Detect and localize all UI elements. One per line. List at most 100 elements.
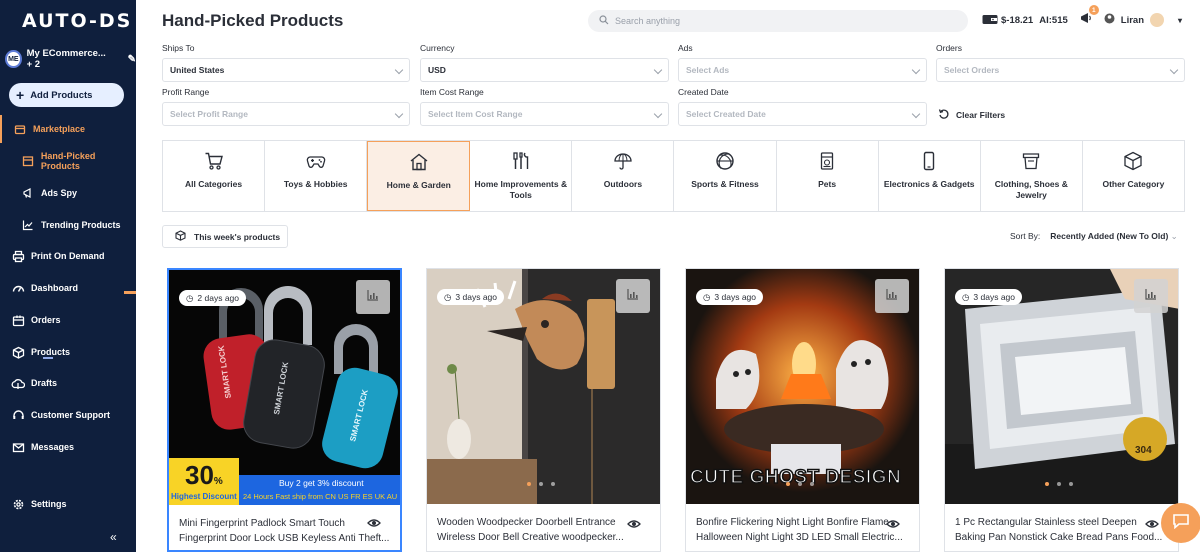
sidebar-item-label: Messages	[31, 442, 75, 452]
this-week-products-button[interactable]: This week's products	[162, 225, 288, 248]
age-text: 3 days ago	[973, 292, 1016, 302]
chevron-down-icon	[394, 109, 404, 119]
sidebar-item-ads-spy[interactable]: Ads Spy	[0, 179, 136, 207]
sidebar-item-products[interactable]: Products	[0, 338, 136, 366]
created-date-select[interactable]: Select Created Date	[678, 102, 927, 126]
cloud-upload-icon	[11, 376, 25, 390]
category-electronics[interactable]: Electronics & Gadgets	[879, 141, 981, 211]
ships-to-select[interactable]: United States	[162, 58, 410, 82]
category-pets[interactable]: Pets	[777, 141, 879, 211]
product-card[interactable]: CUTE GHOST DESIGN ◷ 3 days ago Bonfire Fl…	[685, 268, 920, 552]
category-label: All Categories	[184, 179, 243, 189]
clear-filters-button[interactable]: Clear Filters	[938, 108, 1005, 122]
sidebar-item-marketplace[interactable]: Marketplace	[0, 115, 136, 143]
analytics-button[interactable]	[616, 279, 650, 313]
clothing-icon	[1023, 153, 1040, 170]
analytics-button[interactable]	[356, 280, 390, 314]
tools-icon	[513, 152, 529, 169]
user-menu[interactable]: Liran ▾	[1104, 13, 1182, 27]
orders-select[interactable]: Select Orders	[936, 58, 1185, 82]
chevron-down-icon	[911, 65, 921, 75]
sidebar-item-label: Marketplace	[33, 124, 86, 134]
product-title[interactable]: 1 Pc Rectangular Stainless steel Deepen …	[955, 515, 1170, 545]
bar-chart-icon	[627, 287, 639, 305]
sidebar-item-label: Customer Support	[31, 410, 111, 420]
edit-icon[interactable]: ✎	[128, 54, 136, 65]
clock-icon: ◷	[186, 292, 194, 303]
megaphone-icon	[1080, 13, 1094, 28]
product-title[interactable]: Mini Fingerprint Padlock Smart Touch Fin…	[179, 516, 394, 546]
autods-logo[interactable]: AUTO-DS	[22, 10, 132, 32]
sidebar-item-print-on-demand[interactable]: Print On Demand	[0, 242, 136, 270]
product-card[interactable]: SMART LOCK SMART LOCK SMART LOCK 30% Hig…	[167, 268, 402, 552]
category-home-improvements[interactable]: Home Improvements & Tools	[470, 141, 573, 211]
sidebar-item-orders[interactable]: Orders	[0, 306, 136, 334]
carousel-dots[interactable]	[527, 482, 555, 486]
chevron-down-icon	[911, 109, 921, 119]
currency-select[interactable]: USD	[420, 58, 669, 82]
sidebar-item-dashboard[interactable]: Dashboard	[0, 274, 136, 302]
box-icon	[21, 154, 35, 168]
ships-to-value: United States	[170, 65, 225, 75]
ads-select[interactable]: Select Ads	[678, 58, 927, 82]
carousel-dots[interactable]	[1045, 482, 1073, 486]
category-toys[interactable]: Toys & Hobbies	[265, 141, 368, 211]
sidebar-item-customer-support[interactable]: Customer Support	[0, 401, 136, 429]
product-card[interactable]: 304 ◷ 3 days ago 1 Pc Rectangular Stainle…	[944, 268, 1179, 552]
store-name: My ECommerce... + 2	[26, 48, 106, 70]
search-input[interactable]	[615, 16, 945, 26]
category-sports[interactable]: Sports & Fitness	[674, 141, 777, 211]
avatar	[1150, 13, 1164, 27]
product-card[interactable]: ◷ 3 days ago Wooden Woodpecker Doorbell E…	[426, 268, 661, 552]
orders-placeholder: Select Orders	[944, 65, 1000, 75]
analytics-button[interactable]	[875, 279, 909, 313]
category-label: Home Improvements & Tools	[474, 179, 568, 201]
age-badge: ◷ 3 days ago	[437, 289, 505, 305]
products-indicator	[43, 357, 53, 359]
profit-range-select[interactable]: Select Profit Range	[162, 102, 410, 126]
active-indicator	[124, 291, 136, 294]
category-clothing[interactable]: Clothing, Shoes & Jewelry	[981, 141, 1083, 211]
sidebar: AUTO-DS ME My ECommerce... + 2 ✎ + Add P…	[0, 0, 136, 552]
sidebar-item-drafts[interactable]: Drafts	[0, 369, 136, 397]
store-selector[interactable]: ME My ECommerce... + 2 ✎	[5, 48, 136, 70]
house-icon	[410, 153, 428, 171]
bar-chart-icon	[367, 288, 379, 306]
category-other[interactable]: Other Category	[1083, 141, 1184, 211]
gamepad-icon	[306, 156, 325, 168]
clock-icon: ◷	[962, 291, 970, 302]
wallet-icon	[982, 13, 998, 28]
sort-value: Recently Added (New To Old)	[1050, 231, 1169, 241]
category-label: Home & Garden	[386, 180, 451, 190]
category-home-garden[interactable]: Home & Garden	[367, 141, 471, 211]
sidebar-item-label: Ads Spy	[41, 188, 78, 198]
analytics-button[interactable]	[1134, 279, 1168, 313]
sort-select[interactable]: Recently Added (New To Old) ⌄	[1050, 231, 1178, 242]
chevron-down-icon	[653, 109, 663, 119]
item-cost-select[interactable]: Select Item Cost Range	[420, 102, 669, 126]
category-all[interactable]: All Categories	[163, 141, 266, 211]
sidebar-item-settings[interactable]: Settings	[0, 490, 136, 518]
product-title[interactable]: Wooden Woodpecker Doorbell Entrance Wire…	[437, 515, 652, 545]
sidebar-item-trending[interactable]: Trending Products	[0, 211, 136, 239]
notifications-button[interactable]: 1	[1080, 5, 1099, 28]
category-outdoors[interactable]: Outdoors	[572, 141, 675, 211]
category-label: Electronics & Gadgets	[883, 179, 975, 189]
chat-icon	[1172, 513, 1190, 534]
chevron-down-icon[interactable]: ▾	[1178, 16, 1182, 25]
collapse-sidebar-icon[interactable]: «	[110, 530, 117, 544]
chat-button[interactable]	[1161, 503, 1200, 543]
bar-chart-icon	[886, 287, 898, 305]
sidebar-item-label: Hand-Picked Products	[40, 151, 96, 171]
sidebar-item-label: Settings	[31, 499, 67, 509]
ads-label: Ads	[678, 43, 693, 53]
carousel-dots[interactable]	[786, 482, 814, 486]
clock-icon: ◷	[703, 291, 711, 302]
product-title[interactable]: Bonfire Flickering Night Light Bonfire F…	[696, 515, 911, 545]
add-products-button[interactable]: + Add Products	[9, 83, 124, 107]
wallet-balance[interactable]: $-18.21	[982, 13, 1033, 28]
phone-icon	[924, 151, 935, 171]
sidebar-item-messages[interactable]: Messages	[0, 433, 136, 461]
search-bar[interactable]	[588, 10, 968, 32]
sidebar-item-hand-picked[interactable]: Hand-Picked Products	[0, 147, 136, 175]
